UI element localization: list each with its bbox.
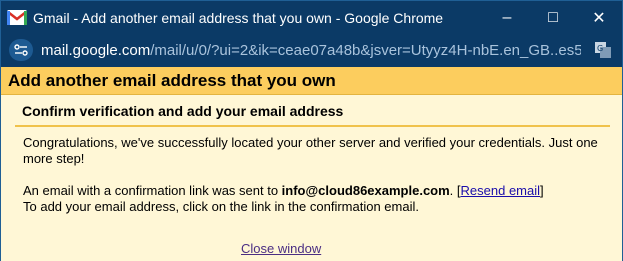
site-info-icon[interactable] (9, 39, 33, 61)
close-icon[interactable]: ✕ (576, 1, 622, 34)
window-title: Gmail - Add another email address that y… (33, 9, 444, 26)
title-bar[interactable]: Gmail - Add another email address that y… (1, 1, 622, 34)
translate-icon[interactable]: G (594, 41, 612, 59)
resend-email-link[interactable]: Resend email (461, 183, 541, 198)
congrats-text: Congratulations, we've successfully loca… (23, 135, 598, 166)
section-heading: Confirm verification and add your email … (22, 103, 344, 119)
browser-window: Gmail - Add another email address that y… (0, 0, 623, 261)
close-window-link[interactable]: Close window (241, 241, 321, 256)
address-bar[interactable]: mail.google.com/mail/u/0/?ui=2&ik=ceae07… (1, 34, 622, 66)
svg-text:G: G (597, 44, 603, 53)
window-controls: – □ ✕ (484, 1, 622, 34)
minimize-icon[interactable]: – (484, 1, 530, 34)
instructions-text: To add your email address, click on the … (23, 199, 419, 214)
verification-panel: Confirm verification and add your email … (8, 95, 614, 261)
email-address: info@cloud86example.com (281, 183, 450, 198)
page-title: Add another email address that you own (1, 67, 622, 95)
page-content: Add another email address that you own C… (1, 67, 622, 261)
url-text[interactable]: mail.google.com/mail/u/0/?ui=2&ik=ceae07… (41, 42, 581, 59)
gmail-icon (7, 10, 27, 26)
sent-text: An email with a confirmation link was se… (23, 183, 544, 198)
divider (15, 125, 610, 127)
maximize-icon[interactable]: □ (530, 1, 576, 34)
